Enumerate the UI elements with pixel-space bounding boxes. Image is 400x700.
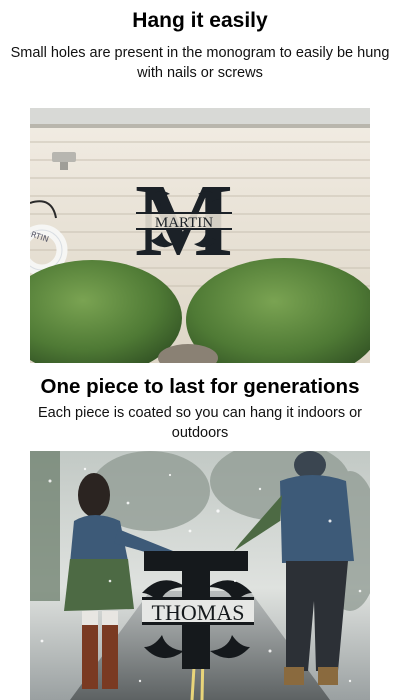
monogram-m: M MARTIN — [135, 163, 233, 278]
couple-monogram-photo: THOMAS — [30, 451, 370, 700]
section-heading-hang: Hang it easily — [132, 9, 268, 32]
roof-eave — [30, 108, 370, 124]
section-description-generations: Each piece is coated so you can hang it … — [37, 405, 363, 441]
monogram-name: MARTIN — [155, 215, 213, 231]
house-monogram-photo: RTIN M MARTIN — [30, 108, 370, 363]
section-heading-generations: One piece to last for generations — [40, 375, 360, 398]
monogram-name: THOMAS — [152, 600, 245, 625]
section-description-hang: Small holes are present in the monogram … — [10, 45, 390, 81]
monogram-t: THOMAS — [142, 551, 254, 669]
